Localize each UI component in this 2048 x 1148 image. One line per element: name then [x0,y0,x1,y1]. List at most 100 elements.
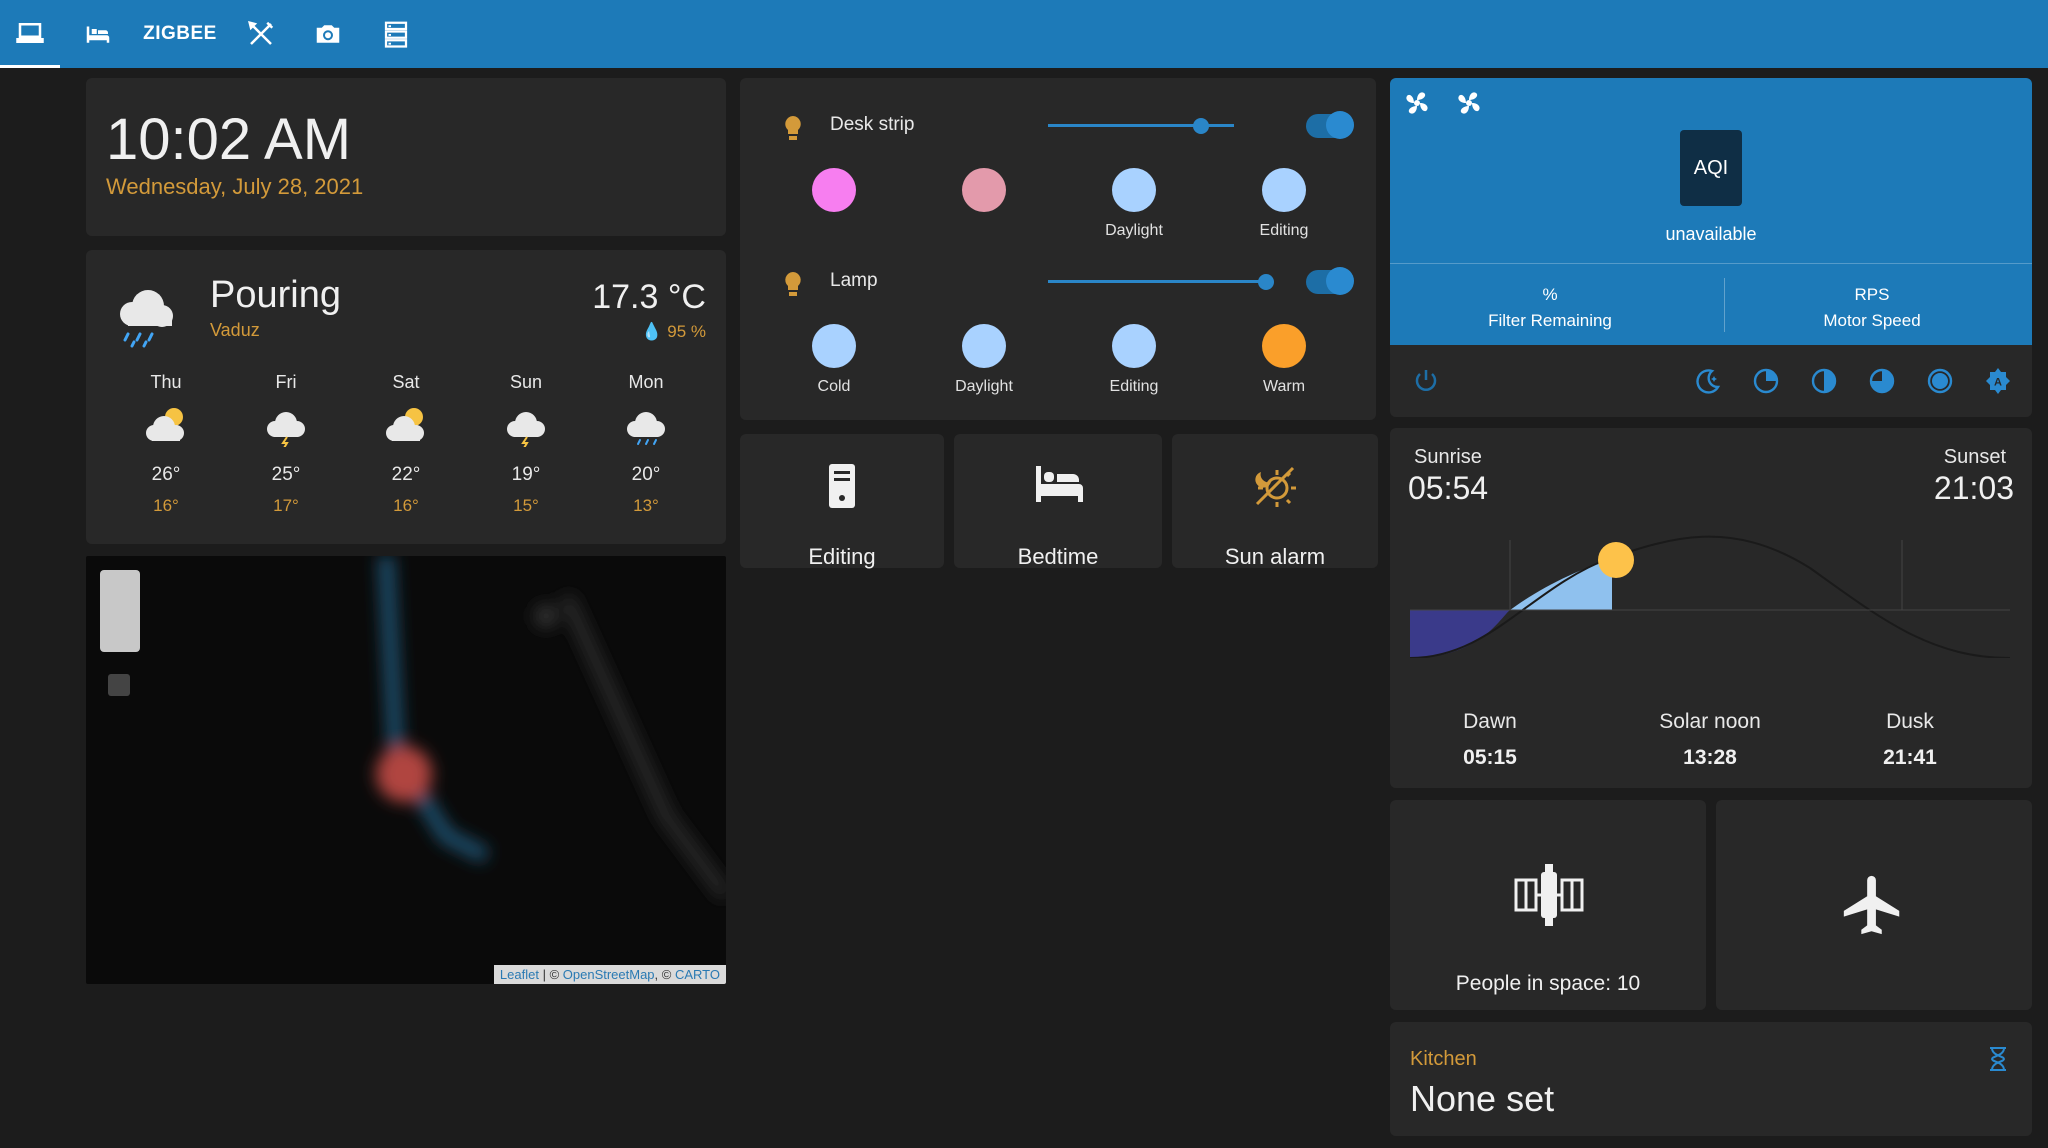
brightness-slider[interactable] [1048,274,1274,290]
forecast-day: Mon 20° 13° [606,372,686,516]
dawn-time: 05:15 [1463,746,1517,769]
fan-icon[interactable] [1454,88,1484,118]
scene-sun-alarm-button[interactable]: Sun alarm [1172,434,1378,569]
sunrise-label: Sunrise [1414,446,1482,468]
satellite-icon [1514,864,1584,926]
swatch-label: Editing [1109,378,1159,395]
slider-knob[interactable] [1257,274,1274,290]
brightness-slider[interactable] [1048,118,1234,134]
forecast-day: Sat 22° 16° [366,372,446,516]
color-swatch-editing[interactable] [1262,168,1306,212]
lights-card: Desk strip Daylight Editing Lamp Cold Da… [740,78,1376,420]
light-toggle[interactable] [1306,111,1354,139]
dusk-time: 21:41 [1883,746,1937,769]
clock-date: Wednesday, July 28, 2021 [106,174,364,199]
bulb-icon[interactable] [782,270,804,300]
forecast-high: 20° [631,464,661,485]
partly-cloudy-icon [146,408,184,441]
map-attribution: Leaflet | © OpenStreetMap, © CARTO [493,965,726,984]
weather-temperature: 17.3 °C [592,278,706,316]
forecast-day: Thu 26° 16° [126,372,206,516]
weather-condition: Pouring [210,274,341,316]
leaflet-link[interactable]: Leaflet [500,967,539,982]
airplane-icon [1843,875,1900,935]
hourglass-icon [1990,1047,2006,1071]
light-name: Desk strip [830,114,915,135]
partly-cloudy-icon [386,408,424,441]
purifier-attributes: % Filter Remaining RPS Motor Speed [1390,263,2032,345]
color-swatch-cold[interactable] [812,324,856,368]
power-icon[interactable] [1412,367,1440,395]
light-name: Lamp [830,270,878,291]
forecast-day: Sun 19° 15° [486,372,566,516]
filter-label: Filter Remaining [1488,311,1612,330]
kitchen-timer-card[interactable]: Kitchen None set [1390,1022,2032,1136]
dusk-label: Dusk [1886,710,1934,733]
server-icon [384,21,408,48]
map-tiles [376,556,726,901]
speed-medium-icon[interactable] [1810,367,1838,395]
forecast-day: Fri 25° 17° [246,372,326,516]
scene-label: Sun alarm [1224,544,1326,569]
color-swatch-daylight[interactable] [962,324,1006,368]
slider-knob[interactable] [1192,118,1209,134]
bulb-icon[interactable] [782,114,804,144]
sunset-label: Sunset [1943,446,2006,468]
map-layer-button[interactable] [108,674,130,696]
motor-speed: RPS Motor Speed [1712,282,2032,334]
color-swatch-warm[interactable] [1262,324,1306,368]
laptop-icon [16,22,44,43]
map-zoom-control[interactable] [100,570,140,652]
humidity-value: 95 % [667,322,706,341]
weather-card[interactable]: Pouring Vaduz 17.3 °C 💧 95 % Thu 26° 16°… [86,250,726,544]
color-swatch[interactable] [962,168,1006,212]
attr-sep: , © [654,967,675,982]
tab-laptop[interactable] [0,0,60,68]
speed-low-icon[interactable] [1752,367,1780,395]
aqi-badge: AQI [1680,130,1742,206]
forecast-day-name: Sat [392,372,420,392]
tab-camera[interactable] [302,0,354,68]
tab-zigbee[interactable]: ZIGBEE [140,0,220,68]
humidity-icon: 💧 [641,322,663,341]
forecast-day-name: Sun [509,372,543,392]
flights-card[interactable] [1716,800,2032,1010]
color-swatch[interactable] [812,168,856,212]
speed-high-icon[interactable] [1868,367,1896,395]
solar-noon-time: 13:28 [1683,746,1737,769]
bed-icon [86,26,110,43]
camera-icon [316,25,340,43]
sunset-time: 21:03 [1933,470,2014,506]
tab-server[interactable] [370,0,422,68]
scene-label: Editing [808,544,876,569]
forecast-day-name: Mon [628,372,664,392]
tab-bed[interactable] [72,0,124,68]
purifier-modes: A [1390,345,2032,417]
light-toggle[interactable] [1306,267,1354,295]
motor-unit: RPS [1854,285,1890,304]
tab-tools[interactable] [236,0,286,68]
forecast-low: 16° [153,496,179,515]
fan-icon[interactable] [1402,88,1432,118]
sun-alarm-icon [1255,466,1296,507]
osm-link[interactable]: OpenStreetMap [563,967,655,982]
speed-max-icon[interactable] [1926,367,1954,395]
people-in-space-card[interactable]: People in space: 10 [1390,800,1706,1010]
auto-mode-icon[interactable]: A [1984,367,2012,395]
filter-remaining: % Filter Remaining [1390,282,1710,334]
scene-editing-button[interactable]: Editing [740,434,944,569]
color-swatch-editing[interactable] [1112,324,1156,368]
color-swatch-daylight[interactable] [1112,168,1156,212]
carto-link[interactable]: CARTO [675,967,720,982]
tab-zigbee-label: ZIGBEE [143,23,217,44]
night-mode-icon[interactable] [1694,367,1722,395]
toggle-knob [1326,111,1354,139]
attr-text: | © [538,967,563,982]
swatch-label: Cold [817,378,851,395]
scene-label: Bedtime [1017,544,1099,569]
motor-label: Motor Speed [1823,311,1921,330]
scene-bedtime-button[interactable]: Bedtime [954,434,1162,569]
bed-icon [1036,466,1083,502]
desktop-tower-icon [829,464,855,508]
map[interactable]: Leaflet | © OpenStreetMap, © CARTO [86,556,726,984]
